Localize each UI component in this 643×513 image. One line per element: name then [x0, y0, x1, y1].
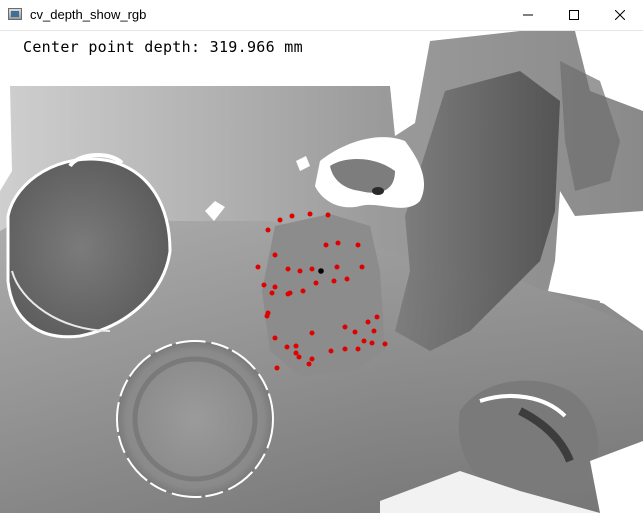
keypoint [274, 365, 280, 371]
maximize-icon [569, 10, 579, 20]
keypoint [306, 361, 312, 367]
keypoint [342, 324, 348, 330]
keypoint [344, 276, 350, 282]
keypoint [307, 211, 313, 217]
keypoint [334, 264, 340, 270]
keypoint [365, 319, 371, 325]
keypoint [361, 338, 367, 344]
keypoint [323, 242, 329, 248]
keypoint [300, 288, 306, 294]
keypoint [309, 356, 315, 362]
close-button[interactable] [597, 0, 643, 30]
keypoint [261, 282, 267, 288]
minimize-icon [523, 14, 533, 16]
keypoint [328, 348, 334, 354]
keypoint [272, 252, 278, 258]
keypoint [355, 242, 361, 248]
keypoint [255, 264, 261, 270]
keypoint [309, 266, 315, 272]
keypoint [264, 313, 270, 319]
keypoint [359, 264, 365, 270]
keypoint [382, 341, 388, 347]
center-point-marker [318, 268, 324, 274]
keypoint [369, 340, 375, 346]
title-bar[interactable]: cv_depth_show_rgb [0, 0, 643, 31]
keypoint [331, 278, 337, 284]
minimize-button[interactable] [505, 0, 551, 30]
maximize-button[interactable] [551, 0, 597, 30]
keypoint [335, 240, 341, 246]
opencv-window-icon [8, 8, 22, 20]
keypoint [272, 284, 278, 290]
depth-image-view[interactable]: Center point depth: 319.966 mm [0, 31, 643, 513]
keypoint [265, 227, 271, 233]
keypoint [313, 280, 319, 286]
keypoint [371, 328, 377, 334]
app-window: cv_depth_show_rgb Center point depth: 31… [0, 0, 643, 513]
keypoint [277, 217, 283, 223]
keypoint [269, 290, 275, 296]
keypoint [272, 335, 278, 341]
keypoint [296, 354, 302, 360]
close-icon [615, 10, 625, 20]
keypoint [342, 346, 348, 352]
keypoint [355, 346, 361, 352]
keypoint [293, 343, 299, 349]
keypoint [287, 290, 293, 296]
keypoint [297, 268, 303, 274]
keypoint [284, 344, 290, 350]
center-depth-label: Center point depth: 319.966 mm [23, 38, 303, 56]
keypoint [293, 350, 299, 356]
window-title: cv_depth_show_rgb [30, 7, 147, 22]
keypoint [325, 212, 331, 218]
keypoint [309, 330, 315, 336]
keypoint [352, 329, 358, 335]
keypoint [285, 266, 291, 272]
hand-keypoints-overlay [255, 211, 388, 371]
keypoint [289, 213, 295, 219]
keypoint [374, 314, 380, 320]
